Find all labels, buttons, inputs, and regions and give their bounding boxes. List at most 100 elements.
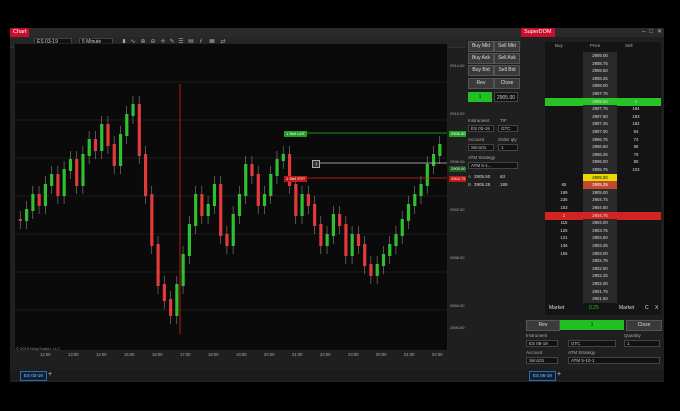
ask-size: 63: [500, 174, 506, 179]
candle-body: [37, 194, 41, 206]
atm-strategy-field[interactable]: ATM 5-1...: [468, 162, 518, 169]
candle-body: [181, 254, 185, 286]
candle-body: [187, 224, 191, 256]
market-left-button[interactable]: Market: [549, 305, 564, 311]
superdom-add-tab-icon[interactable]: +: [557, 371, 561, 379]
candle-body: [225, 234, 229, 246]
candle-body: [419, 184, 423, 196]
price-axis-tick: 2890.00: [450, 325, 465, 330]
candle-body: [313, 204, 317, 226]
dom-close-button[interactable]: Close: [626, 320, 662, 331]
dom-header-buy: Buy: [555, 43, 563, 48]
bid-size: 189: [500, 182, 508, 187]
instrument-label: Instrument: [468, 118, 490, 123]
chart-trader-panel: Buy Mkt Sell Mkt Buy Ask Sell Ask Buy Bi…: [466, 40, 520, 370]
time-axis-tick: 23:00: [348, 352, 359, 357]
candle-body: [325, 234, 329, 246]
buy-ask-button[interactable]: Buy Ask: [468, 53, 494, 64]
candle-body: [219, 184, 223, 236]
candle-body: [300, 194, 304, 216]
superdom-tab[interactable]: ES 06-19: [529, 371, 556, 381]
working-order-label[interactable]: 1: [312, 160, 321, 168]
order-qty-label: Order qty: [498, 137, 517, 142]
copyright-text: © 2019 NinjaTrader, LLC: [16, 346, 61, 351]
time-axis-tick: 01:00: [404, 352, 415, 357]
order-qty-field[interactable]: 1: [498, 144, 518, 151]
candle-body: [356, 234, 361, 246]
add-tab-icon[interactable]: +: [48, 371, 52, 379]
dom-quantity-field[interactable]: 1: [624, 340, 660, 347]
dom-account-field[interactable]: Sim101: [526, 357, 558, 364]
candle-body: [406, 204, 411, 221]
close-position-button[interactable]: Close: [494, 78, 520, 89]
sell-stop-order-label[interactable]: 1 Sell STP: [284, 176, 307, 182]
dom-atm-label: ATM Strategy: [568, 350, 596, 355]
ask-label: A: [468, 174, 472, 179]
dom-price-cell[interactable]: 2901.50: [583, 295, 617, 304]
dom-reverse-button[interactable]: Rev: [526, 320, 560, 331]
candle-body: [175, 284, 179, 316]
dom-account-label: Account: [526, 350, 543, 355]
candle-body: [50, 174, 54, 186]
dom-ladder: Buy Price Sell 2909.00 2908.75 2908.50 2908…: [545, 42, 661, 315]
candle-body: [150, 194, 154, 246]
price-axis-tick: 2902.00: [450, 207, 465, 212]
candle-body: [137, 104, 141, 156]
atm-strategy-label: ATM Strategy: [468, 155, 496, 160]
dom-position-value: 0.25: [589, 305, 599, 311]
center-button[interactable]: C: [645, 305, 649, 311]
dom-atm-field[interactable]: ATM 5-10-1: [568, 357, 660, 364]
candle-body: [118, 134, 123, 166]
sell-bid-button[interactable]: Sell Bid: [494, 65, 520, 76]
maximize-icon[interactable]: □: [649, 29, 653, 36]
price-axis[interactable]: 2914.00 2910.00 2906.00 2902.00 2898.00 2894.…: [448, 43, 465, 369]
cancel-all-button[interactable]: X: [655, 305, 658, 311]
sell-limit-order-label[interactable]: 1 Sell LMT: [284, 131, 308, 137]
superdom-controls: Rev 1 Close Instrument Quantity ES 06-19…: [524, 318, 662, 370]
candlestick-chart: [15, 81, 447, 334]
time-axis-tick: 22:00: [320, 352, 331, 357]
dom-instrument-field[interactable]: ES 06-19: [526, 340, 558, 347]
tif-field[interactable]: GTC: [498, 125, 518, 132]
candle-body: [413, 194, 417, 206]
market-right-button[interactable]: Market: [619, 305, 634, 311]
sell-market-button[interactable]: Sell Mkt: [494, 41, 520, 52]
buy-market-button[interactable]: Buy Mkt: [468, 41, 494, 52]
close-icon[interactable]: ✕: [657, 29, 662, 36]
candle-body: [319, 224, 323, 246]
candle-body: [431, 154, 436, 166]
chart-tab-bar: ES 03-19 +: [10, 370, 521, 381]
time-axis-tick: 21:00: [292, 352, 303, 357]
account-field[interactable]: Sim101: [468, 144, 494, 151]
buy-bid-button[interactable]: Buy Bid: [468, 65, 494, 76]
candle-body: [162, 284, 166, 301]
bid-label: B: [468, 182, 472, 187]
candle-body: [294, 184, 298, 216]
dom-row[interactable]: 2901.50: [545, 295, 661, 304]
superdom-titlebar: SuperDOM – □ ✕: [521, 28, 664, 37]
minimize-icon[interactable]: –: [642, 29, 645, 36]
sell-limit-price-label: 2906.50: [449, 131, 468, 137]
reverse-button[interactable]: Rev: [468, 78, 494, 89]
candle-body: [200, 194, 204, 216]
chart-tab[interactable]: ES 03-19: [20, 371, 47, 381]
candle-body: [56, 174, 60, 196]
price-axis-tick: 2914.00: [450, 63, 465, 68]
position-quantity: 1: [468, 92, 492, 102]
ask-price: 2905.50: [474, 174, 491, 179]
candle-body: [438, 144, 442, 156]
candle-body: [244, 164, 248, 196]
candle-body: [18, 219, 22, 221]
dom-tif-field[interactable]: GTC: [568, 340, 616, 347]
chart-title: Chart: [10, 28, 30, 37]
candle-body: [344, 224, 348, 256]
instrument-field[interactable]: ES 03-19: [468, 125, 494, 132]
candle-body: [400, 219, 404, 236]
account-label: Account: [468, 137, 485, 142]
price-axis-tick: 2894.00: [450, 303, 465, 308]
candle-body: [338, 214, 342, 226]
sell-ask-button[interactable]: Sell Ask: [494, 53, 520, 64]
time-axis-tick: 02:00: [432, 352, 443, 357]
chart-plot-area[interactable]: [14, 43, 448, 351]
time-axis-tick: 13:00: [68, 352, 79, 357]
